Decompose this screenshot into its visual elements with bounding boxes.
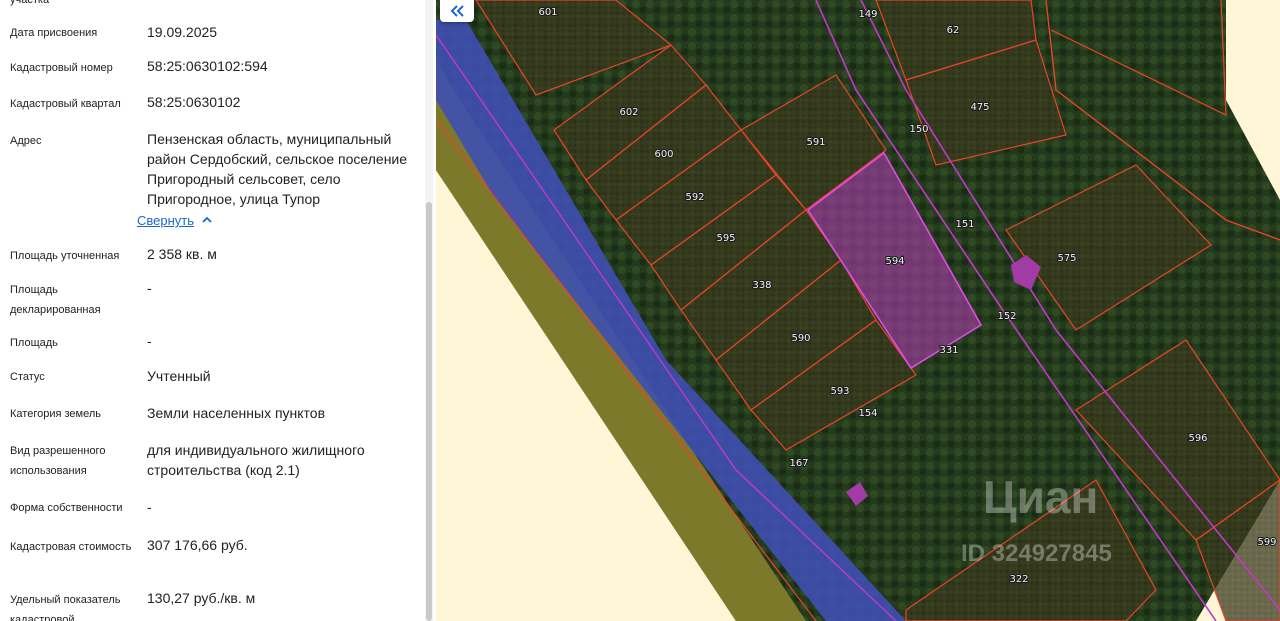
field-value: - xyxy=(147,280,152,296)
field-label: Форма собственности xyxy=(10,502,123,514)
field-label: Вид разрешенного использования xyxy=(10,445,106,477)
parcel-label: 475 xyxy=(970,102,989,113)
parcel-label: 152 xyxy=(997,311,1016,322)
field-label: Площадь декларированная xyxy=(10,284,101,316)
parcel-label: 594 xyxy=(885,256,904,267)
parcel-label: 600 xyxy=(654,149,673,160)
info-panel: участка Дата присвоения 19.09.2025 Кадас… xyxy=(0,0,436,621)
field-value: для индивидуального жилищного строительс… xyxy=(147,442,365,478)
parcel-label: 150 xyxy=(909,124,928,135)
field-value: Земли населенных пунктов xyxy=(147,405,326,421)
parcel-label: 590 xyxy=(791,333,810,344)
field-label: Кадастровый квартал xyxy=(10,98,121,110)
field-value: 58:25:0630102 xyxy=(147,94,241,110)
field-value: 307 176,66 руб. xyxy=(147,537,248,553)
parcel-label: 167 xyxy=(789,458,808,469)
field-value: - xyxy=(147,333,152,349)
parcel-label: 154 xyxy=(858,408,877,419)
field-label: Площадь уточненная xyxy=(10,250,120,262)
field-label: участка xyxy=(10,0,50,6)
parcel-label: 149 xyxy=(858,9,877,20)
parcel-label: 593 xyxy=(830,386,849,397)
field-value: 2 358 кв. м xyxy=(147,246,217,262)
parcel-label: 599 xyxy=(1257,537,1276,548)
field-label: Кадастровая стоимость xyxy=(10,541,132,553)
field-value: Пензенская область, муниципальный район … xyxy=(147,131,408,207)
parcel-label: 602 xyxy=(619,107,638,118)
cadastral-map[interactable]: 601 149 62 602 475 150 600 591 592 151 5… xyxy=(436,0,1280,621)
chevron-up-icon xyxy=(202,215,212,227)
field-label: Категория земель xyxy=(10,408,101,420)
field-label: Дата присвоения xyxy=(10,27,98,39)
field-value: 19.09.2025 xyxy=(147,24,218,40)
field-value: - xyxy=(147,499,152,515)
field-label: Удельный показатель кадастровой xyxy=(10,594,121,621)
parcel-label: 601 xyxy=(538,7,557,18)
parcel-label: 331 xyxy=(939,345,958,356)
parcel-label: 151 xyxy=(955,219,974,230)
parcel-label: 595 xyxy=(716,233,735,244)
field-value: 130,27 руб./кв. м xyxy=(147,590,256,606)
field-value: 58:25:0630102:594 xyxy=(147,58,268,74)
collapse-link-label: Свернуть xyxy=(137,213,195,228)
scrollbar-thumb[interactable] xyxy=(426,202,432,621)
parcel-label: 592 xyxy=(685,192,704,203)
field-label: Площадь xyxy=(10,337,58,349)
field-value: Учтенный xyxy=(147,368,211,384)
map-canvas: 601 149 62 602 475 150 600 591 592 151 5… xyxy=(436,0,1280,621)
parcel-label: 575 xyxy=(1057,253,1076,264)
parcel-label: 596 xyxy=(1188,433,1207,444)
parcel-label: 338 xyxy=(752,280,771,291)
field-label: Кадастровый номер xyxy=(10,62,113,74)
double-chevron-left-icon xyxy=(449,0,465,23)
parcel-label: 322 xyxy=(1009,574,1028,585)
field-label: Статус xyxy=(10,371,45,383)
parcel-label: 62 xyxy=(947,25,960,36)
collapse-address-link[interactable]: Свернуть xyxy=(137,213,212,228)
field-label: Адрес xyxy=(10,135,42,147)
parcel-label: 591 xyxy=(806,137,825,148)
collapse-panel-button[interactable] xyxy=(440,0,474,22)
